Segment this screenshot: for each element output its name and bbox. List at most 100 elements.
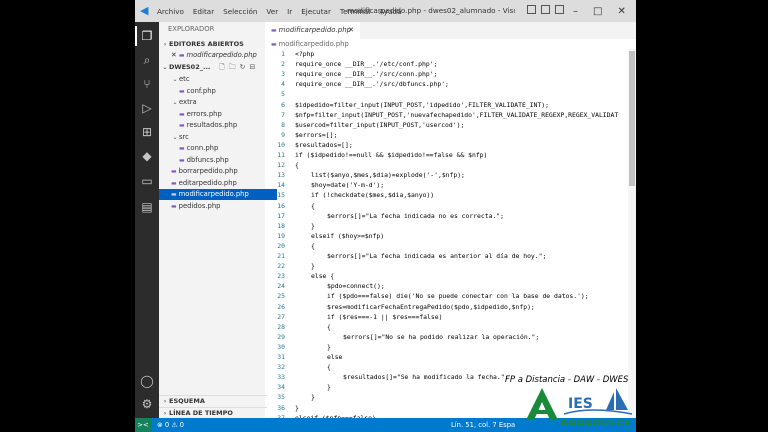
outline-header[interactable]: › ESQUEMA	[159, 395, 267, 407]
open-editors-label: EDITORES ABIERTOS	[169, 40, 244, 48]
explorer-title: EXPLORADOR	[168, 25, 215, 33]
menu-ir[interactable]: Ir	[287, 7, 292, 16]
extensions-icon[interactable]: ⊞	[140, 125, 154, 139]
open-editor-item[interactable]: ✕ ▬ modificarpedido.php	[159, 50, 277, 61]
menu-ver[interactable]: Ver	[266, 7, 278, 16]
close-icon[interactable]: ✕	[171, 51, 179, 59]
php-file-icon: ▬	[171, 202, 177, 210]
line-number: 21	[277, 252, 285, 260]
line-number: 31	[277, 353, 285, 361]
php-file-icon: ▬	[171, 168, 177, 175]
php-file-icon: ▬	[179, 122, 185, 129]
code-line: $pdo=connect();	[327, 282, 385, 291]
code-line: $errors=[];	[295, 130, 338, 139]
line-number: 34	[277, 383, 285, 392]
code-line: }	[311, 393, 315, 402]
folder-item[interactable]: ⌄etc	[159, 74, 277, 85]
file-item[interactable]: ▬ pedidos.php	[159, 201, 277, 212]
refresh-icon[interactable]: ↻	[240, 63, 246, 74]
tree-item-label: extra	[179, 98, 197, 106]
explorer-icon[interactable]: ❐	[135, 26, 154, 46]
file-item[interactable]: ▬ modificarpedido.php	[159, 189, 277, 200]
tree-item-label: modificarpedido.php	[178, 190, 249, 198]
new-file-icon[interactable]: 🗋	[219, 63, 225, 74]
scrollbar-thumb[interactable]	[629, 51, 635, 186]
code-line: if ($pdo===false) die('No se puede conec…	[327, 292, 589, 301]
line-number: 27	[277, 312, 285, 321]
code-line: }	[311, 262, 315, 271]
folder-item[interactable]: ⌄extra	[159, 97, 277, 108]
toggle-panel-icon[interactable]	[541, 5, 550, 14]
editor-tab-bar: ▬ modificarpedido.php ✕	[265, 22, 636, 39]
line-number: 19	[277, 231, 285, 240]
code-line: }	[311, 221, 315, 230]
open-editors-header[interactable]: › EDITORES ABIERTOS	[159, 39, 267, 50]
tree-item-label: editarpedido.php	[178, 178, 237, 187]
layout-controls	[527, 5, 564, 14]
toggle-secondary-sidebar-icon[interactable]	[555, 5, 564, 14]
line-number: 25	[277, 292, 285, 301]
code-line: $errors[]="No se ha podido realizar la o…	[343, 332, 540, 341]
workspace-label: DWES02_...	[169, 63, 211, 71]
tree-item-label: pedidos.php	[178, 201, 221, 210]
line-number: 5	[281, 90, 285, 99]
line-number: 11	[277, 151, 285, 159]
problems-indicator[interactable]: ⊗ 0 ⚠ 0	[157, 418, 184, 432]
database-icon[interactable]: ▤	[140, 200, 154, 214]
chevron-down-icon: ⌄	[172, 99, 178, 106]
line-number: 4	[281, 80, 285, 89]
close-tab-icon[interactable]: ✕	[348, 22, 354, 39]
code-line: }	[327, 383, 331, 392]
explorer-sidebar: EXPLORADOR › EDITORES ABIERTOS ✕ ▬ modific…	[159, 22, 277, 418]
code-line: require_once __DIR__.'/src/dbfuncs.php';	[295, 80, 449, 89]
cursor-position[interactable]: Lín. 51, col. 7 Espa	[451, 418, 515, 432]
line-number: 12	[277, 161, 285, 170]
menu-seleccion[interactable]: Selección	[223, 7, 257, 16]
tab-modificarpedido[interactable]: ▬ modificarpedido.php ✕	[265, 22, 360, 39]
menu-ejecutar[interactable]: Ejecutar	[301, 7, 331, 16]
code-line: $idpedido=filter_input(INPUT_POST,'idped…	[295, 100, 549, 109]
menu-editar[interactable]: Editar	[193, 7, 214, 16]
new-folder-icon[interactable]: 🗀	[229, 63, 236, 74]
editor-scrollbar[interactable]	[628, 49, 636, 418]
collapse-all-icon[interactable]: ⊟	[250, 63, 256, 74]
code-editor[interactable]: 1 <?php 2 require_once __DIR__.'/etc/conf.p…	[265, 49, 628, 418]
tree-item-label: src	[179, 132, 189, 141]
toggle-sidebar-icon[interactable]	[527, 5, 536, 14]
explorer-toolbar: 🗋 🗀 ↻ ⊟	[219, 63, 255, 74]
menu-archivo[interactable]: Archivo	[157, 7, 184, 16]
minimize-icon[interactable]: –	[573, 6, 578, 17]
tree-item-label: borrarpedido.php	[178, 167, 238, 175]
line-number: 3	[281, 70, 285, 79]
php-file-icon: ▬	[179, 156, 185, 164]
account-icon[interactable]: ◯	[140, 374, 154, 388]
docker-icon[interactable]: ◆	[140, 149, 154, 163]
title-bar: ◀ Archivo Editar Selección Ver Ir Ejecut…	[135, 0, 636, 22]
logo-text: AGUADULCE	[560, 418, 632, 429]
close-icon[interactable]: ✕	[617, 6, 625, 17]
tree-item-label: conn.php	[186, 144, 219, 152]
source-control-icon[interactable]: ⑂	[140, 77, 154, 91]
line-number: 9	[281, 130, 285, 139]
line-number: 1	[281, 50, 285, 58]
remote-indicator[interactable]: ><	[135, 418, 151, 432]
remote-explorer-icon[interactable]: ▭	[140, 174, 154, 188]
chevron-down-icon: ⌄	[162, 64, 168, 71]
workspace-header[interactable]: ⌄DWES02_...	[159, 62, 219, 73]
folder-item[interactable]: ⌄src	[159, 132, 277, 143]
code-line: if ($res===-1 || $res===false)	[327, 312, 443, 321]
code-line: list($anyo,$mes,$dia)=explode('-',$nfp);	[311, 171, 465, 180]
line-number: 7	[281, 110, 285, 119]
maximize-icon[interactable]: □	[593, 6, 602, 17]
tree-item-label: conf.php	[186, 86, 216, 95]
run-debug-icon[interactable]: ▷	[140, 101, 154, 115]
settings-gear-icon[interactable]: ⚙	[140, 397, 154, 411]
code-line: else {	[311, 272, 335, 281]
vscode-window: ◀ Archivo Editar Selección Ver Ir Ejecut…	[135, 0, 636, 432]
file-item[interactable]: ▬ editarpedido.php	[159, 178, 277, 189]
file-item[interactable]: ▬ borrarpedido.php	[159, 166, 277, 177]
search-icon[interactable]: ⌕	[140, 53, 154, 67]
php-file-icon: ▬	[271, 27, 277, 34]
code-line: {	[327, 363, 331, 372]
breadcrumb-file: modificarpedido.php	[278, 40, 349, 48]
